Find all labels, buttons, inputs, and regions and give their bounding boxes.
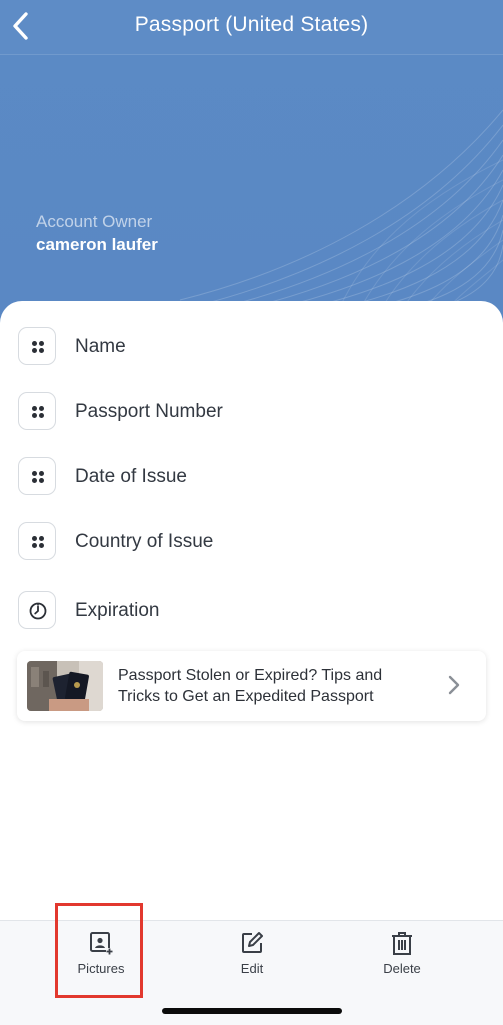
field-label: Country of Issue <box>75 531 214 552</box>
chevron-right-icon <box>448 675 460 695</box>
delete-button[interactable]: Delete <box>362 929 442 979</box>
header: Passport (United States) Account Owner c… <box>0 0 503 330</box>
field-label: Date of Issue <box>75 466 187 487</box>
dots-icon <box>18 327 56 365</box>
owner-name: cameron laufer <box>36 235 158 254</box>
owner-label: Account Owner <box>36 212 153 231</box>
article-card[interactable]: Passport Stolen or Expired? Tips and Tri… <box>17 651 486 721</box>
delete-label: Delete <box>383 961 421 976</box>
field-passport-number[interactable]: Passport Number <box>18 392 488 432</box>
article-title: Passport Stolen or Expired? Tips and Tri… <box>118 667 383 705</box>
home-indicator <box>162 1008 342 1014</box>
field-label: Expiration <box>75 600 160 621</box>
field-label: Passport Number <box>75 401 223 422</box>
field-label: Name <box>75 336 126 357</box>
field-name[interactable]: Name <box>18 327 488 367</box>
edit-button[interactable]: Edit <box>212 929 292 979</box>
clock-icon <box>18 591 56 629</box>
highlight-box <box>55 903 143 998</box>
edit-label: Edit <box>240 961 264 976</box>
trash-icon <box>392 932 412 955</box>
edit-icon <box>242 932 263 953</box>
page-title: Passport (United States) <box>134 13 369 36</box>
field-country-of-issue[interactable]: Country of Issue <box>18 522 488 562</box>
article-thumbnail <box>27 661 103 711</box>
dots-icon <box>18 392 56 430</box>
top-bar: Passport (United States) <box>0 0 503 55</box>
field-date-of-issue[interactable]: Date of Issue <box>18 457 488 497</box>
dots-icon <box>18 522 56 560</box>
field-expiration[interactable]: Expiration <box>18 591 488 631</box>
dots-icon <box>18 457 56 495</box>
